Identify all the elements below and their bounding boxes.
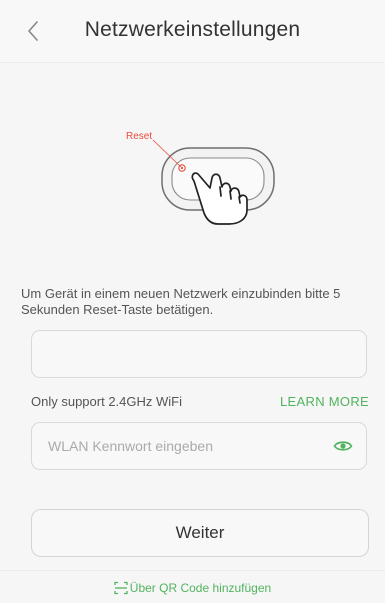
add-via-qr-code-link[interactable]: Über QR Code hinzufügen bbox=[0, 581, 385, 595]
instruction-text: Um Gerät in einem neuen Netzwerk einzubi… bbox=[21, 286, 341, 317]
reset-illustration: Reset bbox=[118, 118, 288, 228]
page-title: Netzwerkeinstellungen bbox=[84, 18, 301, 41]
qr-scan-icon bbox=[114, 581, 128, 595]
wifi-support-row: Only support 2.4GHz WiFi LEARN MORE bbox=[31, 393, 369, 411]
eye-icon bbox=[333, 441, 353, 451]
wifi-password-field[interactable] bbox=[31, 422, 367, 470]
qr-link-label: Über QR Code hinzufügen bbox=[129, 581, 272, 595]
header: Netzwerkeinstellungen bbox=[0, 0, 385, 63]
next-button[interactable]: Weiter bbox=[31, 509, 369, 557]
footer: Über QR Code hinzufügen bbox=[0, 570, 385, 603]
learn-more-link[interactable]: LEARN MORE bbox=[280, 394, 369, 409]
wifi-ssid-input[interactable] bbox=[46, 331, 352, 377]
wifi-support-note: Only support 2.4GHz WiFi bbox=[31, 394, 182, 409]
reset-label: Reset bbox=[126, 131, 152, 142]
password-visibility-toggle[interactable] bbox=[333, 438, 353, 454]
wifi-ssid-field[interactable] bbox=[31, 330, 367, 378]
wifi-password-input[interactable] bbox=[46, 423, 322, 469]
network-settings-screen: Netzwerkeinstellungen Reset Um Gerät in … bbox=[0, 0, 385, 603]
